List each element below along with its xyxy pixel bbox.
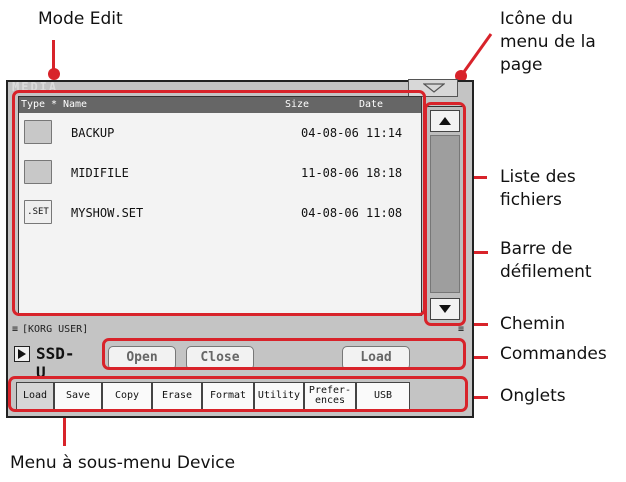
callout-page-menu-icon: Icône du menu de la page — [500, 9, 596, 75]
callout-mode-edit: Mode Edit — [38, 9, 123, 29]
triangle-right-icon — [18, 349, 26, 359]
highlight-commands — [102, 338, 466, 370]
highlight-tabs — [8, 376, 468, 412]
callout-path: Chemin — [500, 314, 566, 334]
path-bar: ≡ [KORG USER] ≡ — [10, 324, 470, 336]
page-menu-icon — [423, 83, 445, 93]
highlight-scrollbar — [424, 102, 466, 326]
callout-device-menu: Menu à sous-menu Device — [10, 453, 236, 473]
device-menu-button[interactable] — [14, 346, 30, 362]
current-path: [KORG USER] — [22, 324, 89, 335]
path-menu-icon: ≡ — [12, 324, 19, 335]
callout-file-list: Liste des fichiers — [500, 167, 576, 210]
leader-dot-mode-edit — [48, 68, 60, 80]
callout-tabs: Onglets — [500, 386, 566, 406]
callout-commands: Commandes — [500, 344, 607, 364]
leader-page-menu — [455, 33, 493, 82]
highlight-file-list — [12, 90, 426, 316]
callout-scrollbar: Barre de défilement — [500, 239, 592, 282]
